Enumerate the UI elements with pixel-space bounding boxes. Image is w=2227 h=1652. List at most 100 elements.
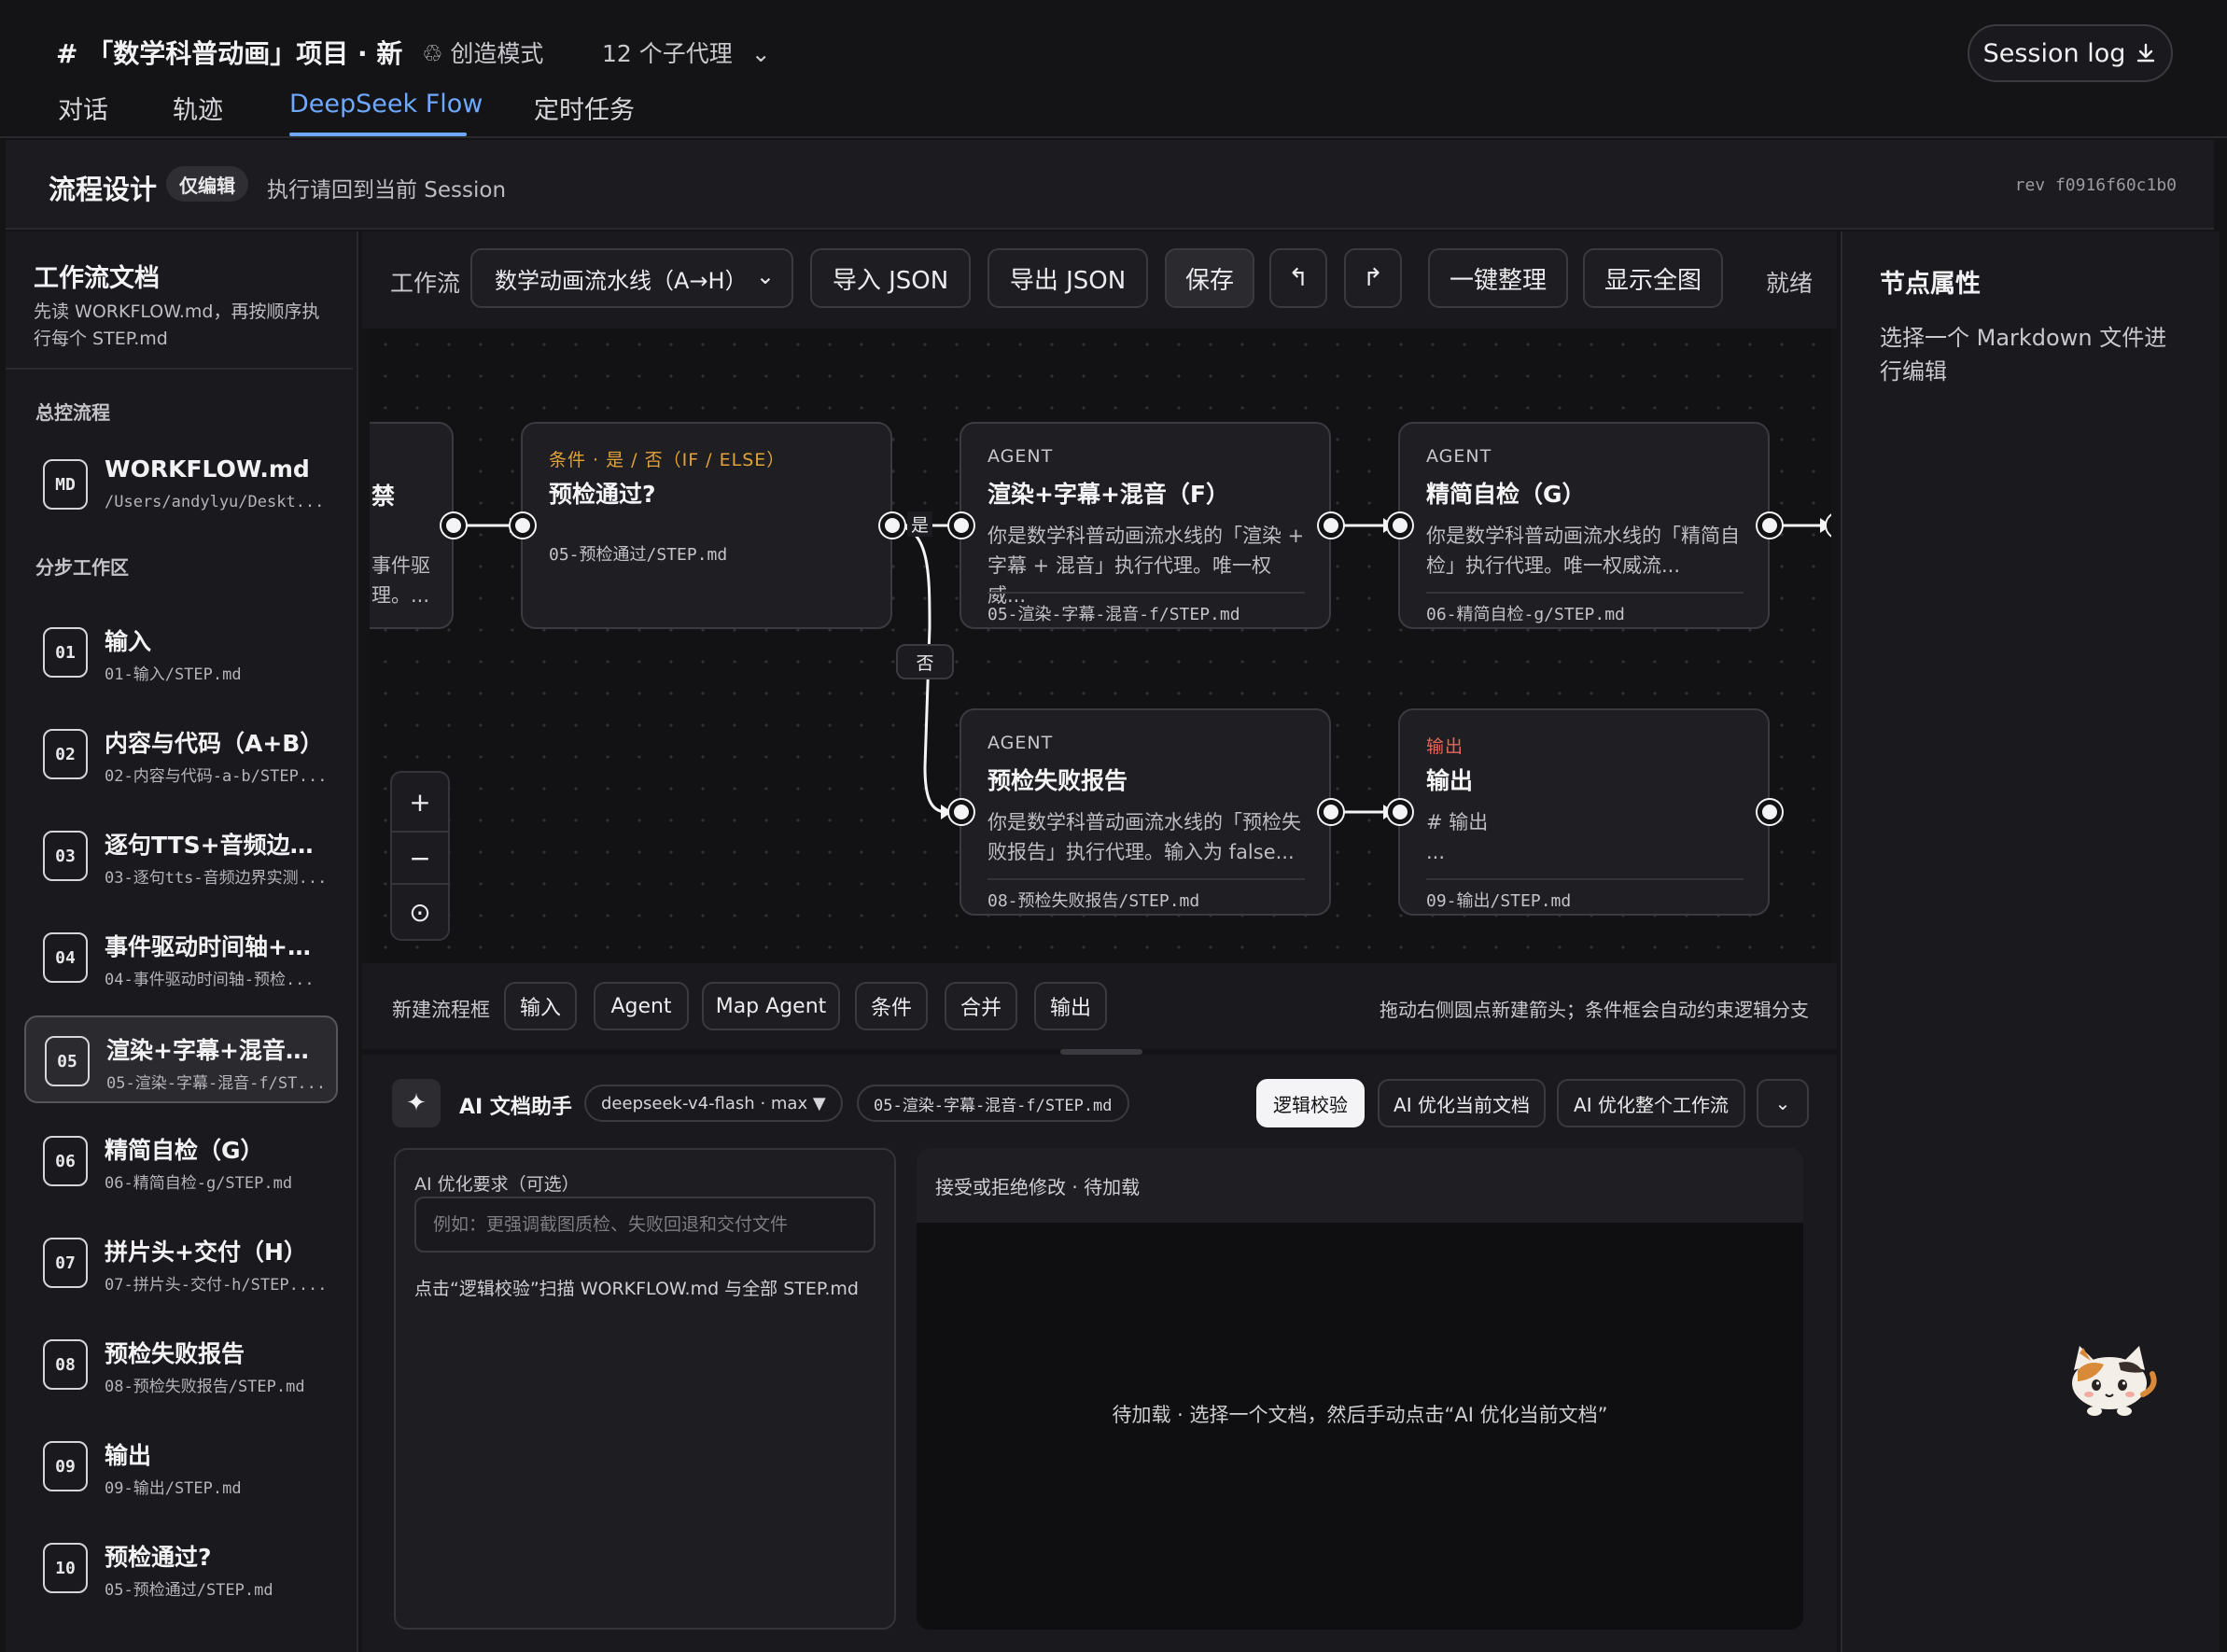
node-description: 你是数学科普动画流水线的「精简自检」执行代理。唯一权威流... <box>1426 525 1740 577</box>
undo-button[interactable]: ↰ <box>1269 248 1327 308</box>
sidebar-item-name: 事件驱动时间轴+预... <box>105 933 329 960</box>
canvas-node-fail-report[interactable]: AGENT 预检失败报告 你是数学科普动画流水线的「预检失败报告」执行代理。输入为 … <box>959 708 1331 916</box>
app-header: # 「数学科普动画」项目 · 新 ♲ 创造模式 12 个子代理 ⌄ 对话 轨迹 … <box>0 0 2227 138</box>
target-file-pill: 05-渲染-字幕-混音-f/STEP.md <box>857 1085 1129 1122</box>
zoom-fit-button[interactable]: ⊙ <box>392 885 448 939</box>
sidebar-item-step[interactable]: 01 输入 01-输入/STEP.md <box>24 609 338 696</box>
port-input[interactable] <box>949 800 973 824</box>
sidebar-item-name: 精简自检（G） <box>105 1137 264 1164</box>
port-input[interactable] <box>1388 800 1412 824</box>
tab-deepseek-flow[interactable]: DeepSeek Flow <box>289 90 483 119</box>
node-title: 渲染+字幕+混音（F） <box>987 481 1229 508</box>
save-button[interactable]: 保存 <box>1165 248 1254 308</box>
port-output[interactable] <box>1319 513 1343 538</box>
request-input[interactable] <box>414 1197 875 1253</box>
sidebar-item-path: 07-拼片头-交付-h/STEP.... <box>105 1276 328 1295</box>
edit-only-badge: 仅编辑 <box>166 166 248 202</box>
import-json-button[interactable]: 导入 JSON <box>810 248 971 308</box>
cat-mascot-icon[interactable] <box>2061 1342 2158 1419</box>
zoom-in-button[interactable]: + <box>392 775 448 829</box>
port-output[interactable] <box>1319 800 1343 824</box>
export-json-button[interactable]: 导出 JSON <box>987 248 1148 308</box>
zoom-controls: + − ⊙ <box>390 771 450 941</box>
status-text: 就绪 <box>1766 270 1814 297</box>
sidebar-item-step[interactable]: 07 拼片头+交付（H） 07-拼片头-交付-h/STEP.... <box>24 1219 338 1307</box>
ai-request-panel: AI 优化要求（可选） 点击“逻辑校验”扫描 WORKFLOW.md 与全部 S… <box>394 1148 896 1630</box>
step-number-badge: 02 <box>43 729 88 779</box>
flow-toolbar: 工作流 数学动画流水线（A→H） ⌄ 导入 JSON 导出 JSON 保存 ↰ … <box>362 231 1837 329</box>
canvas-node-agent-g[interactable]: AGENT 精简自检（G） 你是数学科普动画流水线的「精简自检」执行代理。唯一权威流… <box>1398 422 1770 629</box>
canvas-node-agent-f[interactable]: AGENT 渲染+字幕+混音（F） 你是数学科普动画流水线的「渲染 + 字幕 + 混… <box>959 422 1331 629</box>
sidebar-item-step[interactable]: 10 预检通过? 05-预检通过/STEP.md <box>24 1524 338 1612</box>
node-file-path: 05-渲染-字幕-混音-f/STEP.md <box>987 592 1305 627</box>
step-number-badge: 01 <box>43 627 88 678</box>
port-output[interactable] <box>1758 513 1782 538</box>
new-condition-button[interactable]: 条件 <box>855 982 928 1030</box>
tab-scheduled-tasks[interactable]: 定时任务 <box>534 90 635 126</box>
sidebar-item-step[interactable]: 04 事件驱动时间轴+预... 04-事件驱动时间轴-预检... <box>24 914 338 1001</box>
tab-chat[interactable]: 对话 <box>58 90 108 126</box>
request-label: AI 优化要求（可选） <box>414 1174 580 1195</box>
tab-trace[interactable]: 轨迹 <box>173 90 223 126</box>
md-badge: MD <box>43 459 88 510</box>
sidebar-item-path: 04-事件驱动时间轴-预检... <box>105 971 315 989</box>
sidebar-description: 先读 WORKFLOW.md，再按顺序执行每个 STEP.md <box>34 301 320 349</box>
step-number-badge: 10 <box>43 1543 88 1593</box>
node-title-fragment: 禁 <box>371 483 396 510</box>
sidebar-item-workflow[interactable]: MD WORKFLOW.md /Users/andylyu/Deskt... <box>24 441 338 528</box>
port-input[interactable] <box>511 513 535 538</box>
new-output-button[interactable]: 输出 <box>1034 982 1107 1030</box>
canvas-node-output[interactable]: 输出 输出 # 输出 ... 09-输出/STEP.md <box>1398 708 1770 916</box>
zoom-out-button[interactable]: − <box>392 831 448 885</box>
sidebar-item-step[interactable]: 09 输出 09-输出/STEP.md <box>24 1422 338 1510</box>
session-log-button[interactable]: Session log <box>1968 24 2173 82</box>
port-output[interactable] <box>1758 800 1782 824</box>
sidebar-item-path: 02-内容与代码-a-b/STEP... <box>105 767 328 786</box>
optimize-doc-button[interactable]: AI 优化当前文档 <box>1378 1079 1546 1127</box>
logic-check-button[interactable]: 逻辑校验 <box>1256 1079 1365 1127</box>
node-file-path: 06-精简自检-g/STEP.md <box>1426 592 1744 627</box>
new-node-hint: 拖动右侧圆点新建箭头；条件框会自动约束逻辑分支 <box>1380 999 1809 1021</box>
node-file-path: 09-输出/STEP.md <box>1426 878 1744 914</box>
node-kind: AGENT <box>987 733 1054 753</box>
new-agent-button[interactable]: Agent <box>594 982 689 1030</box>
subagents-dropdown[interactable]: 12 个子代理 ⌄ <box>602 35 771 69</box>
sidebar-item-step[interactable]: 08 预检失败报告 08-预检失败报告/STEP.md <box>24 1321 338 1408</box>
sidebar-item-path: 05-预检通过/STEP.md <box>105 1581 273 1600</box>
new-map-agent-button[interactable]: Map Agent <box>702 982 840 1030</box>
mode-label: 创造模式 <box>450 40 544 67</box>
sidebar-item-path: 03-逐句tts-音频边界实测... <box>105 869 328 888</box>
more-options-button[interactable]: ⌄ <box>1757 1079 1809 1127</box>
optimize-flow-button[interactable]: AI 优化整个工作流 <box>1557 1079 1745 1127</box>
design-bar: 流程设计 仅编辑 执行请回到当前 Session rev f0916f60c1b… <box>6 140 2214 230</box>
sidebar-item-step[interactable]: 06 精简自检（G） 06-精简自检-g/STEP.md <box>24 1117 338 1205</box>
chevron-down-icon: ⌄ <box>755 263 775 289</box>
redo-button[interactable]: ↱ <box>1344 248 1402 308</box>
sparkle-icon: ✦ <box>392 1079 441 1127</box>
node-title: 预检失败报告 <box>987 767 1128 794</box>
sidebar-item-path: 05-渲染-字幕-混音-f/ST... <box>106 1074 327 1093</box>
canvas-node-condition[interactable]: 条件 · 是 / 否（IF / ELSE） 预检通过? 05-预检通过/STEP.m… <box>521 422 892 629</box>
port-input[interactable] <box>949 513 973 538</box>
new-input-button[interactable]: 输入 <box>504 982 577 1030</box>
diff-review-panel: 接受或拒绝修改 · 待加载 待加载 · 选择一个文档，然后手动点击“AI 优化当… <box>917 1148 1803 1630</box>
mode-indicator[interactable]: ♲ 创造模式 <box>422 35 543 69</box>
flow-canvas[interactable]: 禁 事件驱理。... 条件 · 是 / 否（IF / ELSE） 预检通过? 05-… <box>370 329 1831 963</box>
model-select[interactable]: deepseek-v4-flash · max ▼ <box>584 1085 843 1122</box>
fit-view-button[interactable]: 显示全图 <box>1583 248 1723 308</box>
sidebar-item-path: /Users/andylyu/Deskt... <box>105 493 325 511</box>
sidebar-item-step[interactable]: 03 逐句TTS+音频边界... 03-逐句tts-音频边界实测... <box>24 812 338 900</box>
tidy-button[interactable]: 一键整理 <box>1428 248 1568 308</box>
sidebar-item-path: 09-输出/STEP.md <box>105 1479 242 1498</box>
port-output[interactable] <box>441 513 466 538</box>
new-merge-button[interactable]: 合并 <box>945 982 1017 1030</box>
diff-review-status: 接受或拒绝修改 · 待加载 <box>935 1176 1141 1198</box>
recycle-icon: ♲ <box>422 40 443 67</box>
sidebar-item-step[interactable]: 05 渲染+字幕+混音（... 05-渲染-字幕-混音-f/ST... <box>24 1015 338 1103</box>
port-input[interactable] <box>1388 513 1412 538</box>
sidebar-item-step[interactable]: 02 内容与代码（A+B） 02-内容与代码-a-b/STEP... <box>24 710 338 798</box>
new-node-bar: 新建流程框 输入 Agent Map Agent 条件 合并 输出 拖动右侧圆点… <box>362 963 1837 1049</box>
port-output[interactable] <box>880 513 904 538</box>
properties-title: 节点属性 <box>1880 270 1981 299</box>
workflow-select[interactable]: 数学动画流水线（A→H） ⌄ <box>470 248 793 308</box>
